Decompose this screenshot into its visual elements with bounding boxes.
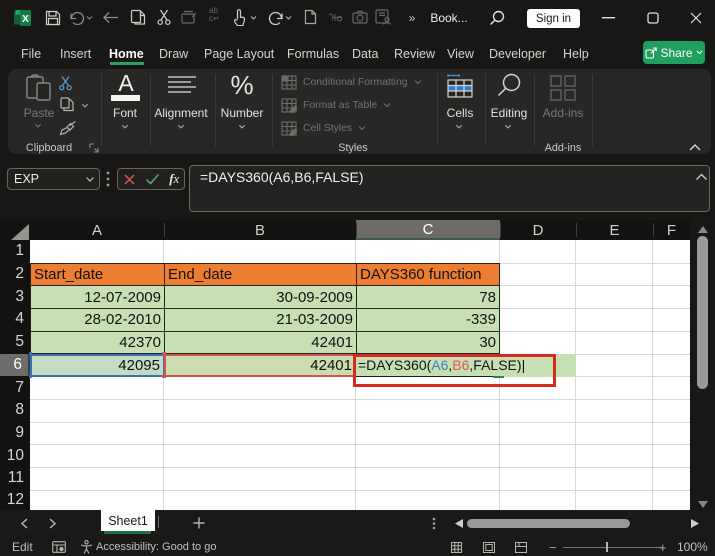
svg-text:X: X	[22, 14, 29, 25]
